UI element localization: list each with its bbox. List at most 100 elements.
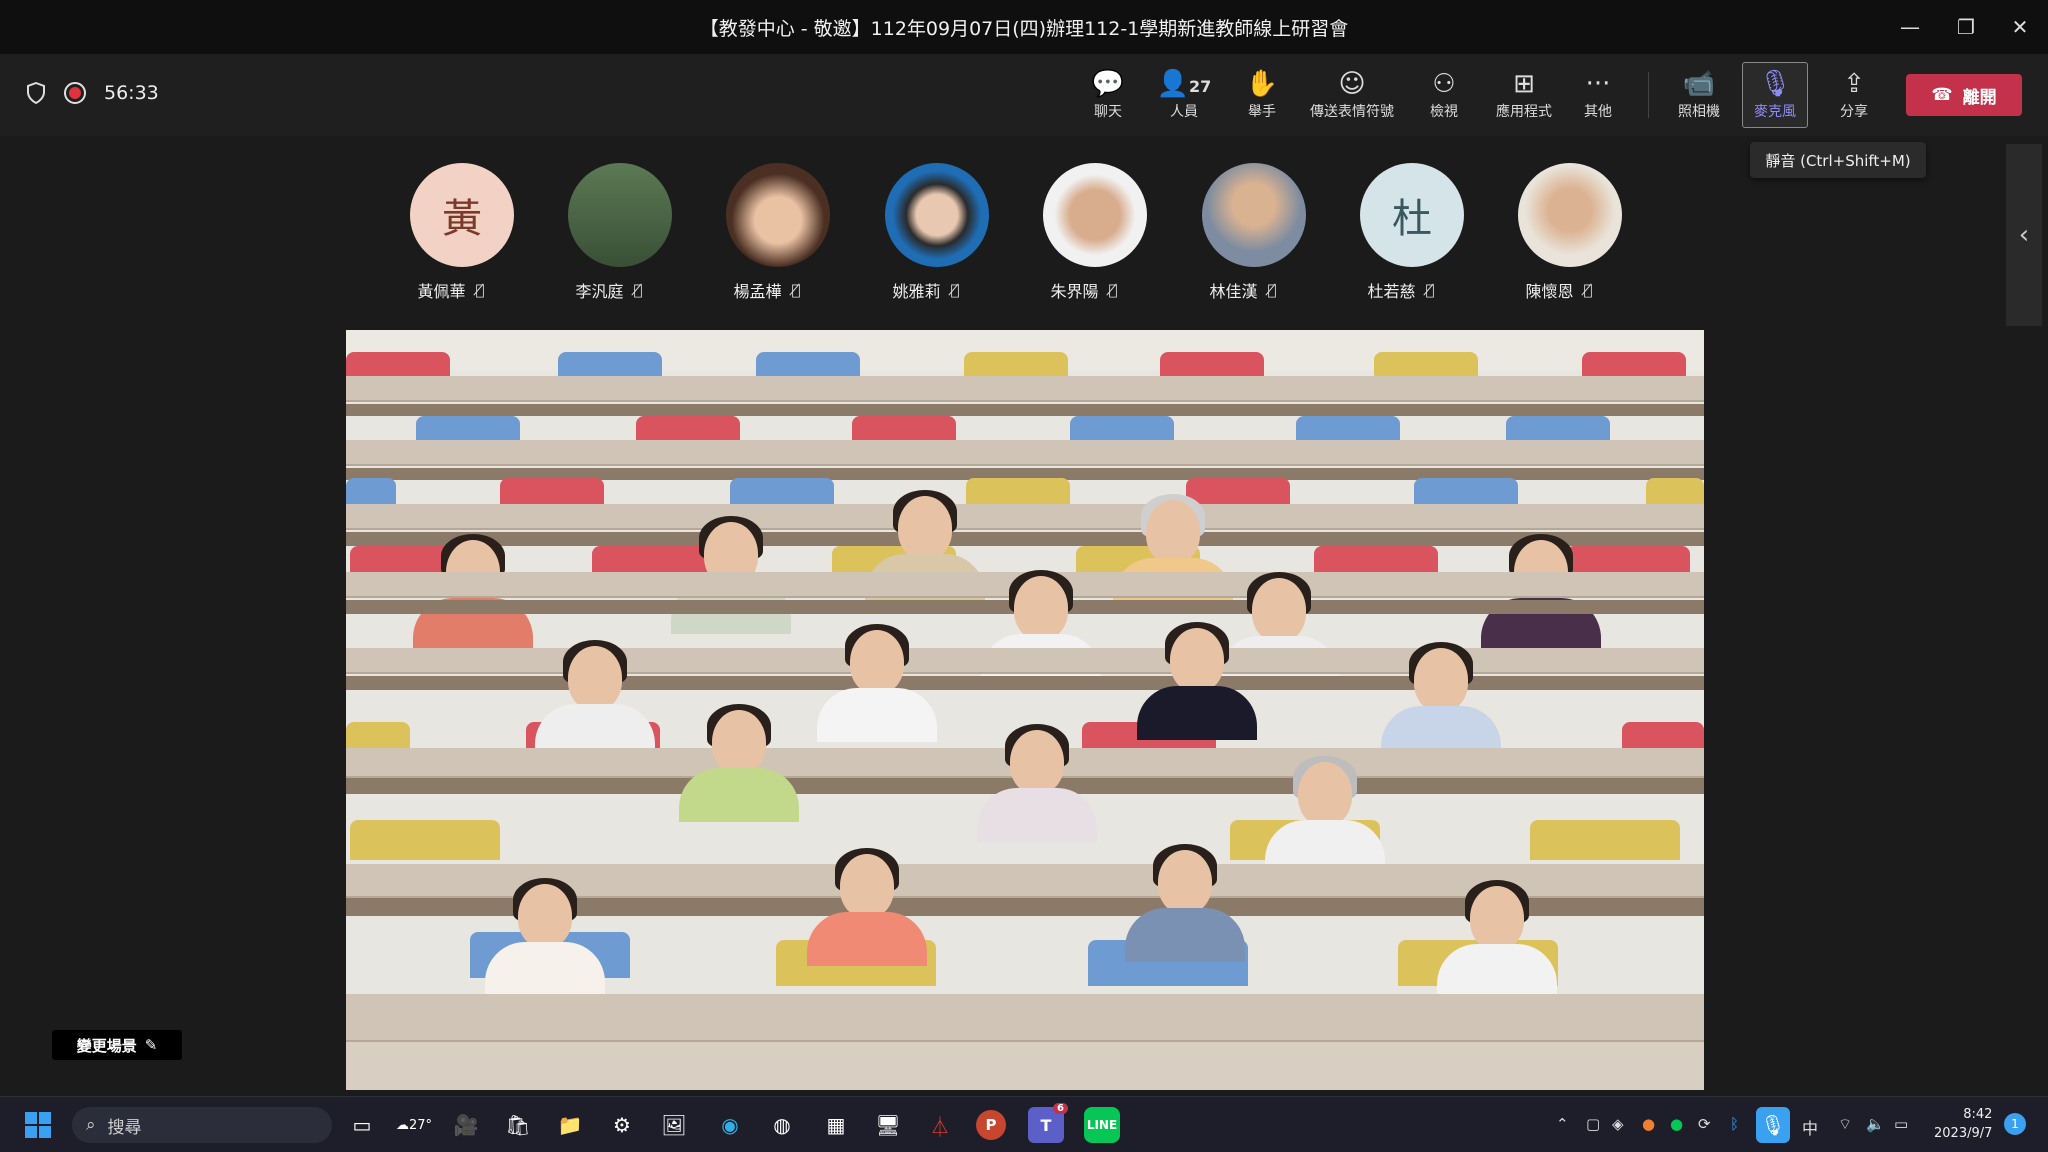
restore-button[interactable]: ❐ <box>1938 0 1994 54</box>
participant-name: 姚雅莉 <box>892 282 941 301</box>
participant-name: 李汎庭 <box>575 282 624 301</box>
desk-row <box>346 648 1704 674</box>
participant-tile[interactable]: 朱界陽 🎙̸ <box>1009 162 1159 302</box>
search-icon: ⌕ <box>86 1115 96 1135</box>
tray-app-icon[interactable]: ● <box>1642 1115 1655 1133</box>
chat-button[interactable]: 💬 聊天 <box>1072 62 1144 128</box>
avatar: 黃 <box>410 163 514 267</box>
participant-name: 陳懷恩 <box>1525 282 1574 301</box>
mic-off-icon: 🎙̸ <box>633 281 643 299</box>
leave-button[interactable]: ☎ 離開 <box>1906 74 2022 116</box>
participant-tile[interactable]: 姚雅莉 🎙̸ <box>851 162 1001 302</box>
acrobat-icon[interactable]: ⏃ <box>922 1107 958 1143</box>
mute-tooltip: 靜音 (Ctrl+Shift+M) <box>1750 142 1926 178</box>
view-button[interactable]: ⚇ 檢視 <box>1408 62 1480 128</box>
seat <box>350 820 500 860</box>
share-button[interactable]: ⇪ 分享 <box>1818 62 1890 128</box>
microphone-in-use-icon[interactable]: 🎙 <box>1756 1107 1790 1143</box>
calculator-icon[interactable]: ▦ <box>818 1107 854 1143</box>
participant-name: 朱界陽 <box>1050 282 1099 301</box>
people-button[interactable]: 👤27 人員 <box>1148 62 1220 128</box>
participant-tile[interactable]: 楊孟樺 🎙̸ <box>692 162 842 302</box>
chat-icon: 💬 <box>1091 69 1125 99</box>
weather-widget[interactable]: ☁ 27° <box>396 1107 432 1143</box>
gallery-view-icon: ⚇ <box>1432 69 1456 99</box>
line-icon[interactable]: LINE <box>1084 1107 1120 1143</box>
teams-icon[interactable]: T6 <box>1028 1103 1068 1143</box>
edge-icon[interactable]: ◉ <box>712 1107 748 1143</box>
store-icon[interactable]: 🛍 <box>500 1107 536 1143</box>
mic-button[interactable]: 🎙 麥克風 <box>1742 62 1808 128</box>
share-icon: ⇪ <box>1843 69 1865 99</box>
plus-box-icon: ⊞ <box>1513 69 1535 99</box>
camera-button[interactable]: 📹 照相機 <box>1663 62 1735 128</box>
seat <box>1646 478 1704 506</box>
close-button[interactable]: ✕ <box>1992 0 2048 54</box>
participant-tile[interactable]: 杜 杜若慈 🎙̸ <box>1326 162 1476 302</box>
system-clock[interactable]: 8:42 2023/9/7 <box>1934 1105 1992 1143</box>
mic-off-icon: 🎙̸ <box>1108 281 1118 299</box>
microphone-icon: 🎙 <box>1758 69 1792 99</box>
task-view-icon[interactable]: ▭ <box>344 1107 380 1143</box>
cloud-icon: ☁ <box>395 1117 409 1133</box>
participant-tile[interactable]: 李汎庭 🎙̸ <box>534 162 684 302</box>
participant-tile[interactable]: 黃 黃佩華 🎙̸ <box>376 162 526 302</box>
raise-hand-button[interactable]: ✋ 舉手 <box>1226 62 1298 128</box>
powerpoint-icon[interactable]: P <box>976 1110 1006 1140</box>
participant-name: 楊孟樺 <box>733 282 782 301</box>
battery-icon[interactable]: ▭ <box>1894 1115 1908 1133</box>
window-title: 【教發中心 - 敬邀】112年09月07日(四)辦理112-1學期新進教師線上研… <box>699 18 1349 40</box>
meet-icon[interactable]: 🎥 <box>448 1107 484 1143</box>
apps-button[interactable]: ⊞ 應用程式 <box>1484 62 1564 128</box>
reactions-button[interactable]: ☺ 傳送表情符號 <box>1302 62 1402 128</box>
tray-line-icon[interactable]: ● <box>1670 1115 1683 1133</box>
clock-time: 8:42 <box>1963 1107 1993 1122</box>
wifi-icon[interactable]: ⌔ <box>1838 1115 1852 1134</box>
desk-shadow <box>346 676 1704 690</box>
minimize-button[interactable]: — <box>1882 0 1938 54</box>
taskbar-search[interactable]: ⌕ 搜尋 <box>72 1107 332 1143</box>
seat <box>1566 546 1690 574</box>
teams-badge: 6 <box>1053 1103 1068 1114</box>
chevron-up-icon[interactable]: ⌃ <box>1556 1115 1569 1133</box>
pencil-icon: ✎ <box>144 1036 158 1054</box>
seat <box>1414 478 1518 506</box>
mic-off-icon: 🎙̸ <box>1425 281 1435 299</box>
change-scene-button[interactable]: 變更場景 ✎ <box>52 1030 182 1060</box>
mic-off-icon: 🎙̸ <box>1267 281 1277 299</box>
desk-front <box>346 1042 1704 1090</box>
chrome-icon[interactable]: ◍ <box>764 1107 800 1143</box>
toolbar-divider <box>1648 72 1649 118</box>
window-title-bar: 【教發中心 - 敬邀】112年09月07日(四)辦理112-1學期新進教師線上研… <box>0 0 2048 54</box>
notification-badge[interactable]: 1 <box>2004 1113 2026 1135</box>
seat <box>966 478 1070 506</box>
bluetooth-icon[interactable]: ᛒ <box>1730 1115 1739 1133</box>
avatar <box>568 163 672 267</box>
participant-tile[interactable]: 林佳漢 🎙̸ <box>1168 162 1318 302</box>
settings-icon[interactable]: ⚙ <box>604 1107 640 1143</box>
start-button[interactable] <box>20 1107 56 1143</box>
remote-desktop-icon[interactable]: 🖥 <box>870 1107 906 1143</box>
tray-app-icon[interactable]: ◈ <box>1612 1115 1624 1133</box>
desk-row <box>346 504 1704 530</box>
people-icon: 👤27 <box>1156 69 1212 99</box>
seat <box>500 478 604 506</box>
ime-indicator[interactable]: 中 <box>1802 1115 1818 1139</box>
collapse-panel-button[interactable]: ‹ <box>2006 144 2042 326</box>
desk-row <box>346 440 1704 466</box>
hang-up-icon: ☎ <box>1931 85 1953 105</box>
photos-icon[interactable]: 🖼 <box>656 1107 692 1143</box>
more-button[interactable]: ··· 其他 <box>1562 62 1634 128</box>
volume-icon[interactable]: 🔈 <box>1866 1115 1885 1133</box>
file-explorer-icon[interactable]: 📁 <box>552 1107 588 1143</box>
mic-off-icon: 🎙̸ <box>950 281 960 299</box>
tray-app-icon[interactable]: ▢ <box>1586 1115 1600 1133</box>
participant-name: 黃佩華 <box>417 282 466 301</box>
seat <box>592 546 716 574</box>
participant-tile[interactable]: 陳懷恩 🎙̸ <box>1484 162 1634 302</box>
seat <box>346 478 396 506</box>
mic-off-icon: 🎙̸ <box>475 281 485 299</box>
seat <box>730 478 834 506</box>
sync-icon[interactable]: ⟳ <box>1698 1115 1711 1133</box>
desk-row <box>346 994 1704 1042</box>
